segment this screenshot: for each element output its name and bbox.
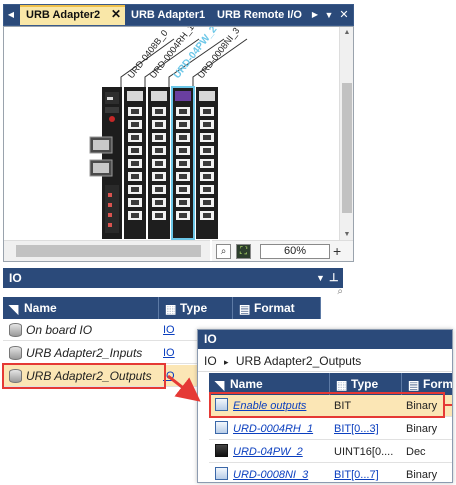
row-type-link[interactable]: BIT[0...7] xyxy=(334,469,379,481)
document-tabstrip: ◀ URB Adapter2 ✕ URB Adapter1 URB Remote… xyxy=(3,4,354,26)
tab-label: URB Remote I/O xyxy=(217,9,302,21)
database-icon xyxy=(9,323,22,337)
panel-menu-icon[interactable]: ▼ xyxy=(316,268,325,288)
io-module-slice[interactable] xyxy=(171,86,195,240)
tab-scroll-right-icon[interactable]: ▶ xyxy=(308,5,322,25)
canvas-vertical-scrollbar[interactable]: ▲ ▼ xyxy=(339,27,353,240)
type-icon: ▦ xyxy=(336,378,348,392)
tab-urb-adapter2[interactable]: URB Adapter2 xyxy=(20,5,125,25)
zoom-in-icon[interactable]: + xyxy=(333,243,341,259)
tag-icon: ◥ xyxy=(9,302,19,316)
module-icon xyxy=(215,421,228,434)
row-name-link[interactable]: URD-0008NI_3 xyxy=(233,469,308,481)
horizontal-scroll-thumb[interactable] xyxy=(16,245,201,257)
module-rack-diagram: URD-0408B_0 URD-0004RH_1 URD-04PW_2 URD-… xyxy=(89,27,248,240)
scroll-up-icon[interactable]: ▲ xyxy=(340,29,353,36)
tag-icon: ◥ xyxy=(215,378,225,392)
search-icon[interactable]: ⌕ xyxy=(337,286,343,297)
subpanel-title: IO xyxy=(198,330,452,349)
zoom-magnifier-icon[interactable]: ⌕ xyxy=(216,244,231,259)
row-name: On board IO xyxy=(26,323,93,337)
row-name-link[interactable]: URD-0004RH_1 xyxy=(233,423,313,435)
module-icon xyxy=(215,467,228,480)
pin-icon[interactable]: ⊥ xyxy=(329,268,339,288)
column-header-format[interactable]: ▤ Format xyxy=(233,297,321,319)
subpanel-row-urd-0008ni[interactable]: URD-0008NI_3 BIT[0...7] Binary xyxy=(209,464,452,482)
callout-outline-enable-outputs xyxy=(209,392,445,418)
row-format[interactable]: Binary xyxy=(406,418,452,440)
subpanel-row-urd-04pw[interactable]: URD-04PW_2 UINT16[0.... Dec xyxy=(209,441,452,463)
callout-outline-outputs xyxy=(2,363,166,389)
tab-list-dropdown-icon[interactable]: ▼ xyxy=(322,5,336,25)
row-type-link[interactable]: IO xyxy=(163,324,175,336)
vertical-scroll-thumb[interactable] xyxy=(342,83,352,213)
tab-urb-adapter1[interactable]: URB Adapter1 xyxy=(125,5,211,25)
hardware-designer-canvas[interactable]: URD-0408B_0 URD-0004RH_1 URD-04PW_2 URD-… xyxy=(3,26,354,262)
tab-scroll-left-icon[interactable]: ◀ xyxy=(4,5,18,25)
close-document-icon[interactable]: ✕ xyxy=(337,5,351,25)
canvas-horizontal-scrollbar[interactable] xyxy=(4,240,210,261)
row-type-link[interactable]: IO xyxy=(163,347,175,359)
zoom-to-fit-icon[interactable]: ⛶ xyxy=(236,244,251,259)
format-icon: ▤ xyxy=(239,302,251,316)
io-search-bar[interactable]: ⌕ xyxy=(3,286,343,297)
scroll-down-icon[interactable]: ▼ xyxy=(340,231,353,238)
row-type-link[interactable]: BIT[0...3] xyxy=(334,423,379,435)
io-grid-header: ◥ Name ▦ Type ▤ Format xyxy=(3,297,321,319)
tab-label: URB Adapter2 xyxy=(26,9,101,21)
io-module-slices[interactable] xyxy=(124,86,218,240)
row-format[interactable]: Binary xyxy=(406,464,452,482)
type-icon: ▦ xyxy=(165,302,177,316)
column-header-type[interactable]: ▦ Type xyxy=(159,297,233,319)
close-tab-icon[interactable]: ✕ xyxy=(111,5,121,23)
row-type: UINT16[0.... xyxy=(334,446,394,458)
io-module-slice[interactable] xyxy=(148,87,170,239)
breadcrumb: IO ▸ URB Adapter2_Outputs xyxy=(198,350,452,372)
subpanel-row-urd-0004rh[interactable]: URD-0004RH_1 BIT[0...3] Binary xyxy=(209,418,452,440)
zoom-toolbar: ⌕ ⛶ 60% + xyxy=(212,240,353,261)
io-row-on-board[interactable]: On board IO IO xyxy=(3,319,198,341)
io-panel-header: IO ▼ ⊥ xyxy=(3,268,343,288)
module-icon xyxy=(215,444,228,457)
column-header-name[interactable]: ◥ Name xyxy=(3,297,159,319)
tab-label: URB Adapter1 xyxy=(131,9,206,21)
row-format[interactable]: Dec xyxy=(406,441,452,463)
breadcrumb-separator-icon: ▸ xyxy=(224,357,229,367)
database-icon xyxy=(9,346,22,360)
io-module-slice[interactable] xyxy=(124,87,146,239)
breadcrumb-leaf: URB Adapter2_Outputs xyxy=(235,354,362,368)
format-icon: ▤ xyxy=(408,378,420,392)
row-name: URB Adapter2_Inputs xyxy=(26,346,143,360)
io-module-slice[interactable] xyxy=(196,87,218,239)
io-row-inputs[interactable]: URB Adapter2_Inputs IO xyxy=(3,342,198,364)
breadcrumb-root[interactable]: IO xyxy=(204,354,217,368)
io-panel-title: IO xyxy=(9,271,22,285)
urb-adapter-module[interactable] xyxy=(89,87,122,239)
zoom-level-field[interactable]: 60% xyxy=(260,244,330,259)
row-name-link[interactable]: URD-04PW_2 xyxy=(233,446,303,458)
